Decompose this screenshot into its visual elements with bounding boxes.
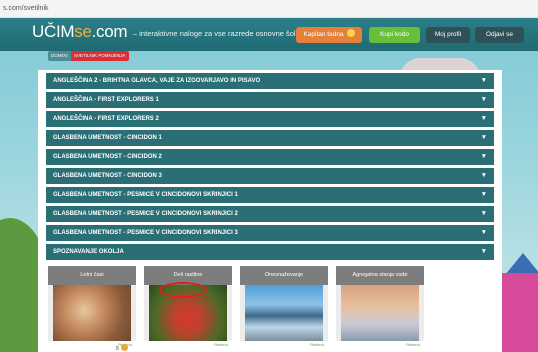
breadcrumb-current: SVETILNIK POMNJENJA — [71, 51, 129, 61]
expand-arrow-icon: ▼ — [480, 115, 487, 122]
accordion-subject[interactable]: GLASBENA UMETNOST - CINCIDON 1 ▼ — [46, 130, 494, 146]
topic-tile-letni-casi[interactable]: Letni časi Rešeno — [48, 266, 136, 348]
tile-thumbnail — [48, 285, 136, 341]
expand-arrow-icon: ▼ — [480, 248, 487, 255]
tile-status: Rešeno — [406, 342, 420, 347]
expand-arrow-icon: ▼ — [480, 210, 487, 217]
site-header: UČIMse.com – interaktivne naloge za vse … — [0, 18, 538, 51]
tile-title: Onesnaževanje — [240, 266, 328, 285]
accordion-subject[interactable]: GLASBENA UMETNOST - PESMICE V CINCIDONOV… — [46, 225, 494, 241]
browser-address-bar[interactable]: s.com/svetilnik — [0, 0, 538, 18]
tile-status: Rešeno — [214, 342, 228, 347]
highlight-circle-annotation — [159, 282, 207, 298]
kapitan-tedna-button[interactable]: Kapitan tedna — [296, 27, 362, 43]
site-logo[interactable]: UČIMse.com — [32, 22, 128, 42]
accordion-subject[interactable]: ANGLEŠČINA - FIRST EXPLORERS 1 ▼ — [46, 92, 494, 108]
tile-title: Letni časi — [48, 266, 136, 285]
breadcrumb: DOMOV SVETILNIK POMNJENJA — [48, 51, 129, 61]
accordion-subject[interactable]: GLASBENA UMETNOST - CINCIDON 2 ▼ — [46, 149, 494, 165]
expand-arrow-icon: ▼ — [480, 172, 487, 179]
decorative-house-roof — [505, 253, 538, 275]
expand-arrow-icon: ▼ — [480, 191, 487, 198]
page: UČIMse.com – interaktivne naloge za vse … — [0, 18, 538, 352]
accordion-subject[interactable]: GLASBENA UMETNOST - PESMICE V CINCIDONOV… — [46, 187, 494, 203]
content-panel: ANGLEŠČINA 2 - BRIHTNA GLAVCA, VAJE ZA I… — [38, 70, 502, 352]
moj-profil-button[interactable]: Moj profil — [426, 27, 470, 43]
breadcrumb-home[interactable]: DOMOV — [48, 51, 72, 61]
expand-arrow-icon: ▼ — [480, 77, 487, 84]
odjavi-se-button[interactable]: Odjavi se — [475, 27, 524, 43]
accordion-subject[interactable]: GLASBENA UMETNOST - CINCIDON 3 ▼ — [46, 168, 494, 184]
accordion-subject-open[interactable]: SPOZNAVANJE OKOLJA ▼ — [46, 244, 494, 260]
tile-thumbnail — [240, 285, 328, 341]
expand-arrow-icon: ▼ — [480, 229, 487, 236]
topic-tile-onesnazevanje[interactable]: Onesnaževanje Rešeno — [240, 266, 328, 348]
site-tagline: – interaktivne naloge za vse razrede osn… — [133, 29, 300, 38]
kupi-kodo-button[interactable]: Kupi kodo — [369, 27, 420, 43]
pager[interactable]: 5 — [116, 344, 128, 352]
topic-tile-deli-rastline[interactable]: Deli rastline Rešeno — [144, 266, 232, 348]
decorative-house — [498, 273, 538, 352]
tile-thumbnail — [336, 285, 424, 341]
url-text: s.com/svetilnik — [3, 5, 49, 12]
accordion-subject[interactable]: ANGLEŠČINA 2 - BRIHTNA GLAVCA, VAJE ZA I… — [46, 73, 494, 89]
coin-icon — [120, 344, 128, 351]
tile-status: Rešeno — [310, 342, 324, 347]
expand-arrow-icon: ▼ — [480, 96, 487, 103]
expand-arrow-icon: ▼ — [480, 153, 487, 160]
topic-tile-agregatna-stanja-vode[interactable]: Agregatna stanja vode Rešeno — [336, 266, 424, 348]
tile-title: Agregatna stanja vode — [336, 266, 424, 285]
accordion-subject[interactable]: GLASBENA UMETNOST - PESMICE V CINCIDONOV… — [46, 206, 494, 222]
accordion-subject[interactable]: ANGLEŠČINA - FIRST EXPLORERS 2 ▼ — [46, 111, 494, 127]
subject-accordion-list: ANGLEŠČINA 2 - BRIHTNA GLAVCA, VAJE ZA I… — [46, 73, 494, 263]
topic-tiles: Letni časi Rešeno Deli rastline Rešeno O… — [48, 266, 448, 348]
coin-icon — [346, 29, 355, 37]
expand-arrow-icon: ▼ — [480, 134, 487, 141]
